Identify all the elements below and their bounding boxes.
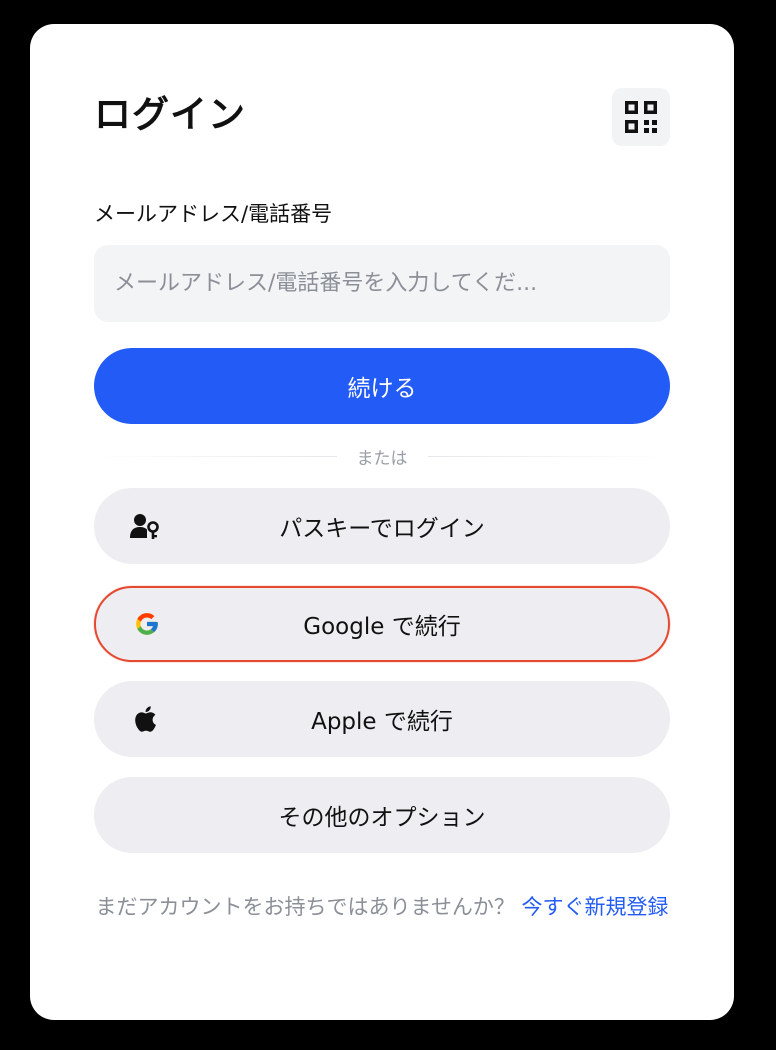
passkey-login-button[interactable]: パスキーでログイン [94,488,670,564]
qr-login-button[interactable] [612,88,670,146]
other-options-button[interactable]: その他のオプション [94,777,670,853]
apple-logo-icon [130,704,160,734]
page-title: ログイン [94,93,246,136]
other-options-label: その他のオプション [278,805,486,831]
google-continue-button[interactable]: Google で続行 [94,586,670,662]
email-phone-field[interactable] [94,245,670,322]
apple-continue-button[interactable]: Apple で続行 [94,681,670,757]
divider-line-right [427,455,670,457]
email-phone-input[interactable] [94,245,670,322]
continue-button[interactable]: 続ける [94,348,670,424]
passkey-user-key-icon [130,511,160,541]
or-divider: または [94,442,670,470]
signup-prompt: まだアカウントをお持ちではありませんか？ 今すぐ新規登録 [90,890,674,924]
divider-text: または [356,448,408,469]
passkey-login-label: パスキーでログイン [279,516,485,542]
apple-continue-label: Apple で続行 [311,709,453,735]
divider-line-left [94,455,337,457]
email-phone-label: メールアドレス/電話番号 [94,202,333,226]
qr-code-icon [625,101,657,133]
signup-link[interactable]: 今すぐ新規登録 [522,895,669,919]
google-logo-icon [132,609,162,639]
login-modal: ログイン メールアドレス/電話番号 続ける または [30,24,734,1020]
no-account-text: まだアカウントをお持ちではありませんか？ [95,895,515,919]
google-continue-label: Google で続行 [303,614,461,640]
